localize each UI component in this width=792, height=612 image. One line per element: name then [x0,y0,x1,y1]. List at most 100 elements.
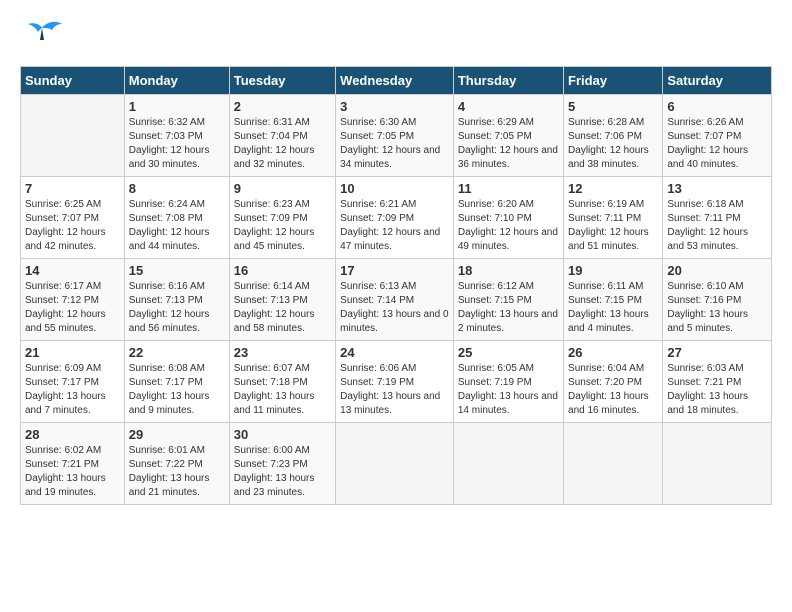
day-info: Sunrise: 6:09 AMSunset: 7:17 PMDaylight:… [25,362,120,418]
day-info: Sunrise: 6:12 AMSunset: 7:15 PMDaylight:… [458,280,559,336]
header-day-wednesday: Wednesday [336,67,454,95]
day-number: 14 [25,263,120,278]
day-info: Sunrise: 6:21 AMSunset: 7:09 PMDaylight:… [340,198,449,254]
day-info: Sunrise: 6:14 AMSunset: 7:13 PMDaylight:… [234,280,331,336]
day-number: 28 [25,427,120,442]
calendar-week-row: 14 Sunrise: 6:17 AMSunset: 7:12 PMDayligh… [21,259,772,341]
day-number: 19 [568,263,658,278]
day-number: 8 [129,181,225,196]
day-number: 24 [340,345,449,360]
calendar-cell: 5 Sunrise: 6:28 AMSunset: 7:06 PMDaylight… [564,95,663,177]
calendar-cell: 15 Sunrise: 6:16 AMSunset: 7:13 PMDayligh… [124,259,229,341]
day-info: Sunrise: 6:16 AMSunset: 7:13 PMDaylight:… [129,280,225,336]
day-number: 15 [129,263,225,278]
calendar-cell: 1 Sunrise: 6:32 AMSunset: 7:03 PMDaylight… [124,95,229,177]
day-number: 13 [667,181,767,196]
calendar-week-row: 7 Sunrise: 6:25 AMSunset: 7:07 PMDaylight… [21,177,772,259]
day-number: 18 [458,263,559,278]
day-number: 16 [234,263,331,278]
day-number: 3 [340,99,449,114]
day-number: 20 [667,263,767,278]
day-info: Sunrise: 6:20 AMSunset: 7:10 PMDaylight:… [458,198,559,254]
day-info: Sunrise: 6:25 AMSunset: 7:07 PMDaylight:… [25,198,120,254]
day-number: 12 [568,181,658,196]
day-info: Sunrise: 6:23 AMSunset: 7:09 PMDaylight:… [234,198,331,254]
day-number: 4 [458,99,559,114]
calendar-cell: 2 Sunrise: 6:31 AMSunset: 7:04 PMDaylight… [229,95,335,177]
calendar-cell: 13 Sunrise: 6:18 AMSunset: 7:11 PMDayligh… [663,177,772,259]
day-number: 26 [568,345,658,360]
header-day-thursday: Thursday [453,67,563,95]
day-number: 29 [129,427,225,442]
calendar-cell: 18 Sunrise: 6:12 AMSunset: 7:15 PMDayligh… [453,259,563,341]
day-info: Sunrise: 6:02 AMSunset: 7:21 PMDaylight:… [25,444,120,500]
day-number: 30 [234,427,331,442]
calendar-cell: 17Sunrise: 6:13 AMSunset: 7:14 PMDayligh… [336,259,454,341]
calendar-cell: 23 Sunrise: 6:07 AMSunset: 7:18 PMDayligh… [229,341,335,423]
calendar-cell [21,95,125,177]
header-day-tuesday: Tuesday [229,67,335,95]
day-number: 25 [458,345,559,360]
calendar-cell [336,423,454,505]
page-header [20,20,772,56]
day-number: 7 [25,181,120,196]
day-number: 5 [568,99,658,114]
day-info: Sunrise: 6:04 AMSunset: 7:20 PMDaylight:… [568,362,658,418]
day-info: Sunrise: 6:06 AMSunset: 7:19 PMDaylight:… [340,362,449,418]
calendar-cell: 19 Sunrise: 6:11 AMSunset: 7:15 PMDayligh… [564,259,663,341]
calendar-week-row: 28 Sunrise: 6:02 AMSunset: 7:21 PMDayligh… [21,423,772,505]
calendar-cell: 6 Sunrise: 6:26 AMSunset: 7:07 PMDaylight… [663,95,772,177]
calendar-cell [663,423,772,505]
day-info: Sunrise: 6:07 AMSunset: 7:18 PMDaylight:… [234,362,331,418]
calendar-cell: 11Sunrise: 6:20 AMSunset: 7:10 PMDayligh… [453,177,563,259]
day-number: 27 [667,345,767,360]
day-number: 1 [129,99,225,114]
calendar-week-row: 21 Sunrise: 6:09 AMSunset: 7:17 PMDayligh… [21,341,772,423]
calendar-cell: 24 Sunrise: 6:06 AMSunset: 7:19 PMDayligh… [336,341,454,423]
header-day-sunday: Sunday [21,67,125,95]
day-number: 6 [667,99,767,114]
calendar-cell: 26 Sunrise: 6:04 AMSunset: 7:20 PMDayligh… [564,341,663,423]
day-info: Sunrise: 6:03 AMSunset: 7:21 PMDaylight:… [667,362,767,418]
day-number: 23 [234,345,331,360]
calendar-header-row: SundayMondayTuesdayWednesdayThursdayFrid… [21,67,772,95]
calendar-cell: 10 Sunrise: 6:21 AMSunset: 7:09 PMDayligh… [336,177,454,259]
day-info: Sunrise: 6:29 AMSunset: 7:05 PMDaylight:… [458,116,559,172]
logo-icon [20,20,64,56]
day-number: 22 [129,345,225,360]
calendar-cell: 25Sunrise: 6:05 AMSunset: 7:19 PMDayligh… [453,341,563,423]
day-number: 10 [340,181,449,196]
calendar-table: SundayMondayTuesdayWednesdayThursdayFrid… [20,66,772,505]
day-info: Sunrise: 6:10 AMSunset: 7:16 PMDaylight:… [667,280,767,336]
calendar-cell: 16 Sunrise: 6:14 AMSunset: 7:13 PMDayligh… [229,259,335,341]
calendar-cell: 29 Sunrise: 6:01 AMSunset: 7:22 PMDayligh… [124,423,229,505]
header-day-monday: Monday [124,67,229,95]
day-info: Sunrise: 6:00 AMSunset: 7:23 PMDaylight:… [234,444,331,500]
calendar-week-row: 1 Sunrise: 6:32 AMSunset: 7:03 PMDaylight… [21,95,772,177]
day-info: Sunrise: 6:11 AMSunset: 7:15 PMDaylight:… [568,280,658,336]
calendar-cell: 4 Sunrise: 6:29 AMSunset: 7:05 PMDaylight… [453,95,563,177]
day-info: Sunrise: 6:01 AMSunset: 7:22 PMDaylight:… [129,444,225,500]
day-number: 21 [25,345,120,360]
day-info: Sunrise: 6:18 AMSunset: 7:11 PMDaylight:… [667,198,767,254]
day-info: Sunrise: 6:31 AMSunset: 7:04 PMDaylight:… [234,116,331,172]
calendar-cell: 22Sunrise: 6:08 AMSunset: 7:17 PMDayligh… [124,341,229,423]
day-info: Sunrise: 6:17 AMSunset: 7:12 PMDaylight:… [25,280,120,336]
day-info: Sunrise: 6:28 AMSunset: 7:06 PMDaylight:… [568,116,658,172]
day-info: Sunrise: 6:26 AMSunset: 7:07 PMDaylight:… [667,116,767,172]
day-info: Sunrise: 6:30 AMSunset: 7:05 PMDaylight:… [340,116,449,172]
day-info: Sunrise: 6:24 AMSunset: 7:08 PMDaylight:… [129,198,225,254]
header-day-friday: Friday [564,67,663,95]
calendar-cell [564,423,663,505]
day-info: Sunrise: 6:19 AMSunset: 7:11 PMDaylight:… [568,198,658,254]
calendar-cell: 28 Sunrise: 6:02 AMSunset: 7:21 PMDayligh… [21,423,125,505]
calendar-cell: 20 Sunrise: 6:10 AMSunset: 7:16 PMDayligh… [663,259,772,341]
calendar-cell: 7 Sunrise: 6:25 AMSunset: 7:07 PMDaylight… [21,177,125,259]
calendar-cell: 8 Sunrise: 6:24 AMSunset: 7:08 PMDaylight… [124,177,229,259]
calendar-cell: 21 Sunrise: 6:09 AMSunset: 7:17 PMDayligh… [21,341,125,423]
calendar-cell: 12 Sunrise: 6:19 AMSunset: 7:11 PMDayligh… [564,177,663,259]
calendar-cell: 30 Sunrise: 6:00 AMSunset: 7:23 PMDayligh… [229,423,335,505]
day-number: 2 [234,99,331,114]
day-info: Sunrise: 6:32 AMSunset: 7:03 PMDaylight:… [129,116,225,172]
calendar-cell [453,423,563,505]
